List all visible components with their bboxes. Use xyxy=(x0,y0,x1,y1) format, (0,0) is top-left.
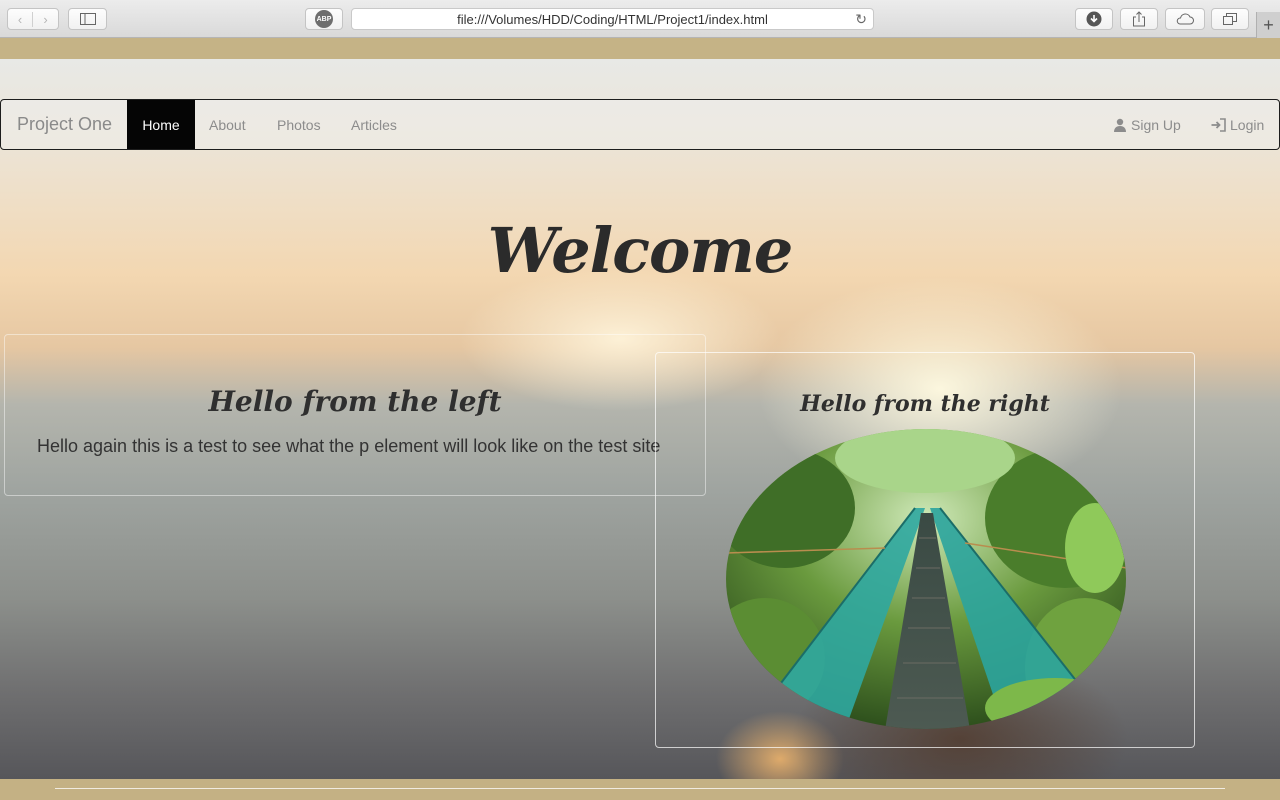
reload-icon[interactable]: ↻ xyxy=(855,11,867,28)
right-panel-heading: Hello from the right xyxy=(800,391,1050,417)
back-icon[interactable]: ‹ xyxy=(8,11,34,27)
signup-link[interactable]: Sign Up xyxy=(1113,100,1181,149)
navbar: Project One Home About Photos Articles S… xyxy=(0,99,1280,150)
adblock-icon: ABP xyxy=(315,10,333,28)
downloads-button[interactable] xyxy=(1075,8,1113,30)
rope-bridge-photo xyxy=(726,429,1126,729)
left-panel: Hello from the left Hello again this is … xyxy=(4,334,706,496)
signup-label: Sign Up xyxy=(1131,116,1181,133)
browser-toolbar: ‹ › ABP file:///Volumes/HDD/Coding/HTML/… xyxy=(0,0,1280,38)
nav-photos[interactable]: Photos xyxy=(277,100,321,149)
brand-link[interactable]: Project One xyxy=(17,114,112,135)
new-tab-button[interactable]: + xyxy=(1256,12,1280,38)
share-button[interactable] xyxy=(1120,8,1158,30)
top-banner-strip xyxy=(0,38,1280,59)
left-panel-heading: Hello from the left xyxy=(208,385,502,418)
login-icon xyxy=(1211,117,1226,132)
login-label: Login xyxy=(1230,116,1265,133)
history-nav-group: ‹ › xyxy=(7,8,59,30)
left-panel-text: Hello again this is a test to see what t… xyxy=(37,436,661,456)
adblock-button[interactable]: ABP xyxy=(305,8,343,30)
icloud-tabs-button[interactable] xyxy=(1165,8,1205,30)
sidebar-toggle-button[interactable] xyxy=(68,8,107,30)
forward-icon[interactable]: › xyxy=(33,12,58,27)
nav-home[interactable]: Home xyxy=(127,100,195,149)
login-link[interactable]: Login xyxy=(1211,100,1264,149)
nav-about[interactable]: About xyxy=(209,100,246,149)
user-icon xyxy=(1114,118,1126,132)
url-text: file:///Volumes/HDD/Coding/HTML/Project1… xyxy=(457,11,768,27)
share-icon xyxy=(1133,11,1145,27)
cloud-icon xyxy=(1176,13,1194,25)
footer-strip xyxy=(0,779,1280,800)
tabs-icon xyxy=(1223,13,1237,25)
right-panel: Hello from the right xyxy=(655,352,1195,748)
sidebar-icon xyxy=(79,13,96,25)
address-bar[interactable]: file:///Volumes/HDD/Coding/HTML/Project1… xyxy=(351,8,874,30)
tab-overview-button[interactable] xyxy=(1211,8,1249,30)
footer-divider xyxy=(55,788,1225,789)
nav-articles[interactable]: Articles xyxy=(351,100,397,149)
welcome-heading: Welcome xyxy=(487,214,794,287)
download-icon xyxy=(1086,11,1102,27)
